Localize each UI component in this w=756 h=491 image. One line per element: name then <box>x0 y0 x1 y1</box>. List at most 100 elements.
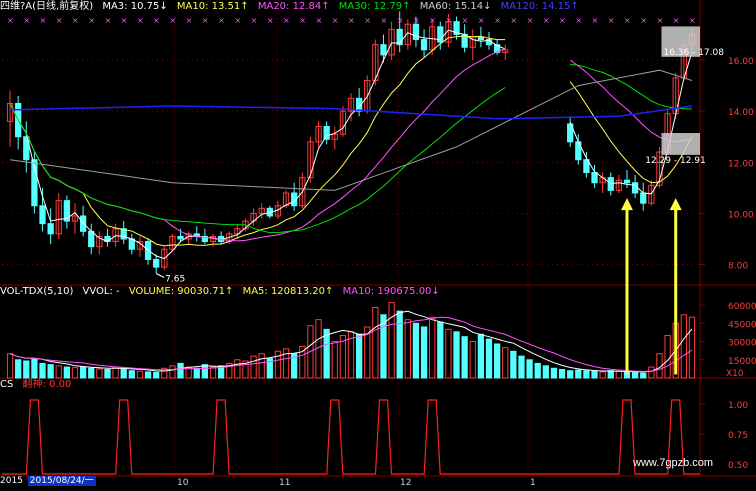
volume-label: VOLUME: 90030.71↑ <box>128 286 234 297</box>
volume-bar <box>323 328 330 379</box>
vvol-label: VVOL: - <box>82 286 120 297</box>
volume-bar <box>201 364 209 379</box>
top-marker: × <box>445 16 452 25</box>
top-marker: × <box>7 16 14 25</box>
ma60-label: MA60: 15.14↓ <box>419 1 492 12</box>
top-marker: × <box>316 16 323 25</box>
volume-bar <box>558 368 566 379</box>
top-marker: × <box>413 16 420 25</box>
price-tick-label: 16.00 <box>728 57 754 67</box>
main-header: 四维?A(日线,前复权) MA3: 10.75↓ MA10: 13.51↑ MA… <box>0 0 585 14</box>
vol-ma5-label: MA5: 120813.20↑ <box>242 286 334 297</box>
volume-bar <box>23 360 30 379</box>
top-marker: × <box>72 16 79 25</box>
volume-bar <box>648 366 655 379</box>
volume-bar <box>526 359 533 379</box>
month-tick-label: 11 <box>279 478 290 487</box>
ma120-label: MA120: 14.15↑ <box>500 1 579 12</box>
month-tick-label: 12 <box>400 478 411 487</box>
support-zone <box>661 133 700 155</box>
cs-value: 翻神: 0.00 <box>22 379 72 390</box>
top-marker: × <box>186 16 193 25</box>
low-price-label: 7.65 <box>165 274 185 284</box>
volume-bar <box>420 326 428 379</box>
volume-bar <box>404 319 411 379</box>
top-marker: × <box>364 16 371 25</box>
volume-bar <box>429 316 436 379</box>
top-marker: × <box>267 16 274 25</box>
chart-stage: 16.00 14.00 12.00 10.00 8.00 7.65 16.36 - 17.0… <box>0 0 756 488</box>
top-marker: × <box>462 16 469 25</box>
volume-bar <box>39 362 46 379</box>
watermark: www.7gpzb.com <box>633 457 714 469</box>
volume-bar <box>469 341 476 379</box>
volume-bar <box>31 358 38 379</box>
volume-bar <box>631 372 639 379</box>
volume-bar <box>485 338 493 379</box>
top-marker: × <box>40 16 47 25</box>
ma30-line <box>9 64 692 234</box>
support-label: 12.29 - 12.91 <box>645 156 706 166</box>
cs-header: CS 翻神: 0.00 <box>0 378 77 392</box>
volume-bar <box>136 370 144 379</box>
volume-bar <box>177 362 184 379</box>
volume-bar <box>258 353 265 379</box>
volume-bar <box>396 310 403 379</box>
volume-bar <box>128 370 135 379</box>
top-marker: × <box>397 16 404 25</box>
stock-title: 四维?A(日线,前复权) <box>0 1 94 12</box>
volume-bar <box>144 371 152 379</box>
top-marker: × <box>380 16 387 25</box>
volume-bar <box>88 367 95 379</box>
cs-tick-label: 1.00 <box>728 401 748 411</box>
volume-ma5-line <box>9 310 693 373</box>
price-tick-label: 10.00 <box>728 210 754 220</box>
ma20-label: MA20: 12.84↑ <box>257 1 330 12</box>
top-marker: × <box>348 16 355 25</box>
volume-bar <box>583 370 590 379</box>
volume-bar <box>96 368 103 379</box>
candle-body <box>323 125 330 140</box>
top-marker: × <box>559 16 566 25</box>
top-marker: × <box>251 16 258 25</box>
top-marker: × <box>640 16 647 25</box>
top-marker: × <box>608 16 615 25</box>
candle-body <box>88 230 95 248</box>
month-tick-label: 1 <box>530 478 536 487</box>
volume-tick-label: 30000 <box>728 339 756 349</box>
volume-bar <box>664 334 671 379</box>
ma10-label: MA10: 13.51↑ <box>176 1 249 12</box>
ma3-label: MA3: 10.75↓ <box>102 1 168 12</box>
top-marker: × <box>624 16 631 25</box>
volume-bar <box>591 370 598 379</box>
buy-signal-arrow-head <box>669 198 682 211</box>
ma20-line <box>9 48 693 242</box>
volume-bar <box>63 366 71 379</box>
candle-body <box>177 235 184 240</box>
candle-body <box>153 258 160 268</box>
top-marker: × <box>656 16 663 25</box>
volume-bar <box>6 353 14 379</box>
volume-bar <box>153 372 160 379</box>
candle-body <box>640 192 647 204</box>
volume-bar <box>575 369 582 379</box>
volume-bar <box>437 321 444 379</box>
top-marker: × <box>429 16 436 25</box>
ma30-label: MA30: 12.79↑ <box>338 1 411 12</box>
volume-bar <box>615 370 623 379</box>
volume-bar <box>461 336 468 379</box>
top-marker: × <box>592 16 599 25</box>
top-marker: × <box>218 16 225 25</box>
ma60-line <box>10 69 693 191</box>
stock-chart: 16.00 14.00 12.00 10.00 8.00 7.65 16.36 - 17.0… <box>0 0 756 488</box>
volume-bar <box>47 364 54 379</box>
top-marker: × <box>104 16 111 25</box>
cs-tick-label: 0.50 <box>728 461 748 471</box>
candle-body <box>420 39 428 51</box>
volume-bar <box>104 368 111 379</box>
top-marker: × <box>121 16 128 25</box>
volume-bar <box>250 355 257 379</box>
volume-bar <box>518 355 525 379</box>
ma10-line <box>9 35 693 247</box>
year-label: 2015 <box>0 476 23 486</box>
